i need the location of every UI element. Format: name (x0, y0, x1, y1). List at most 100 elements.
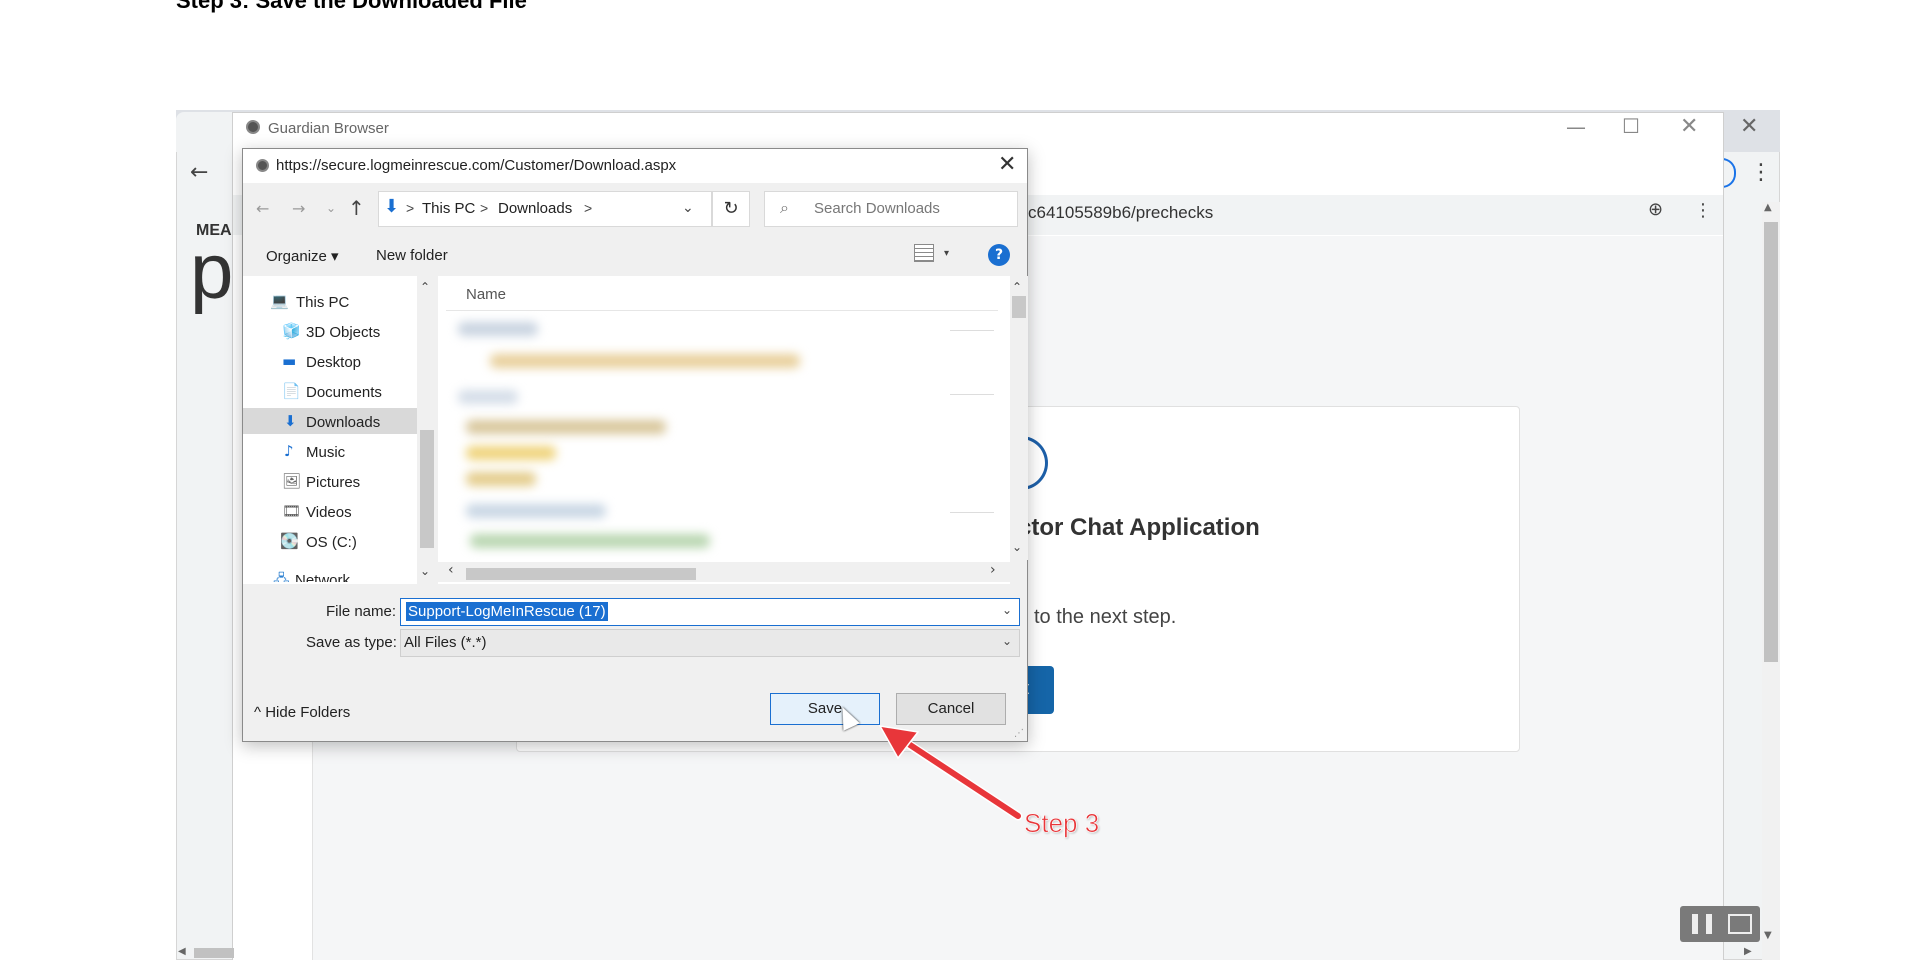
music-icon: ♪ (284, 442, 294, 460)
desktop-icon: ▬ (282, 352, 297, 370)
file-name-label: File name: (326, 603, 397, 620)
guardian-window-title: Guardian Browser (268, 120, 389, 137)
blurred-file-row[interactable] (466, 446, 556, 460)
nav-item-documents[interactable]: Documents (306, 384, 382, 401)
scroll-left-icon[interactable]: ◀ (178, 946, 186, 957)
chevron-right-icon[interactable]: › (990, 562, 996, 578)
card-instruction: l to the next step. (1024, 606, 1177, 628)
outer-tab[interactable] (176, 112, 240, 152)
search-input[interactable]: Search Downloads (814, 200, 940, 217)
column-header-name[interactable]: Name (466, 286, 506, 303)
save-type-value[interactable]: All Files (*.*) (404, 634, 487, 651)
outer-back-icon[interactable]: ← (190, 160, 208, 185)
nav-item-pictures[interactable]: Pictures (306, 474, 360, 491)
refresh-button[interactable]: ↻ (712, 191, 750, 227)
nav-item-network-clip: 🖧 Network (243, 564, 417, 582)
file-list-scroll-thumb[interactable] (1012, 296, 1026, 318)
nav-item-videos[interactable]: Videos (306, 504, 352, 521)
scroll-right-icon[interactable]: ▶ (1744, 946, 1752, 957)
row-divider (950, 394, 994, 395)
blurred-file-row[interactable] (458, 390, 518, 404)
chevron-down-icon[interactable]: ⌄ (1012, 540, 1022, 554)
maximize-icon[interactable]: ☐ (1622, 114, 1640, 138)
chevron-up-icon[interactable]: ⌃ (1012, 280, 1022, 294)
downloads-folder-icon: ⬇ (384, 196, 400, 217)
dialog-title: https://secure.logmeinrescue.com/Custome… (276, 157, 677, 174)
chevron-down-icon[interactable]: ⌄ (1002, 634, 1012, 648)
back-arrow-icon[interactable]: ← (256, 199, 269, 218)
nav-item-downloads[interactable]: Downloads (306, 414, 380, 431)
picture-in-picture-icon[interactable] (1728, 914, 1752, 934)
view-dropdown-icon[interactable]: ▾ (944, 248, 949, 259)
browser-menu-icon[interactable]: ⋮ (1694, 200, 1712, 221)
chevron-down-icon[interactable]: ⌄ (682, 200, 694, 216)
up-arrow-icon[interactable]: ↑ (348, 196, 365, 220)
annotation-arrow-shaft (895, 734, 1021, 819)
3d-objects-icon: 🧊 (282, 322, 301, 340)
network-icon: 🖧 (273, 571, 290, 582)
scroll-down-icon[interactable]: ▼ (1764, 930, 1772, 941)
blurred-file-row[interactable] (470, 534, 710, 548)
help-icon[interactable]: ? (988, 244, 1010, 266)
view-options-icon[interactable] (914, 244, 934, 262)
nav-item-network[interactable]: Network (295, 572, 350, 582)
documents-icon: 📄 (282, 382, 301, 400)
dialog-close-icon[interactable]: ✕ (998, 152, 1016, 177)
breadcrumb-separator[interactable]: > (480, 200, 488, 216)
blurred-file-row[interactable] (466, 472, 536, 486)
card-title: ctor Chat Application (1018, 514, 1260, 541)
nav-scroll-thumb[interactable] (420, 430, 434, 548)
save-button[interactable]: Save (770, 693, 880, 725)
annotation-arrow (878, 725, 1023, 821)
blurred-file-row[interactable] (490, 354, 800, 368)
chevron-up-icon[interactable]: ⌃ (420, 280, 430, 294)
page-scroll-thumb[interactable] (1764, 222, 1778, 662)
save-type-select[interactable] (400, 629, 1020, 657)
hide-folders-button[interactable]: ^ Hide Folders (254, 704, 350, 721)
file-name-value[interactable]: Support-LogMeInRescue (17) (406, 602, 608, 621)
search-icon: ⌕ (780, 198, 789, 217)
forward-arrow-icon[interactable]: → (292, 199, 305, 218)
breadcrumb-this-pc[interactable]: This PC (422, 200, 475, 217)
row-divider (950, 512, 994, 513)
step-label: Step 3 (1024, 808, 1100, 839)
breadcrumb-separator[interactable]: > (406, 200, 414, 216)
file-list-vertical-scrollbar[interactable] (1010, 276, 1028, 560)
organize-button[interactable]: Organize ▾ (266, 247, 339, 265)
recent-locations-icon[interactable]: ⌄ (326, 201, 336, 215)
nav-item-desktop[interactable]: Desktop (306, 354, 361, 371)
drive-icon: 💽 (280, 532, 299, 550)
chevron-down-icon[interactable]: ⌄ (1002, 603, 1012, 617)
outer-close-icon[interactable]: ✕ (1740, 114, 1758, 139)
guardian-titlebar (233, 113, 1723, 149)
window-close-icon[interactable]: ✕ (1680, 114, 1698, 139)
dialog-logo-icon (256, 159, 269, 172)
breadcrumb-downloads[interactable]: Downloads (498, 200, 572, 217)
blurred-file-row[interactable] (458, 322, 538, 336)
scroll-up-icon[interactable]: ▲ (1764, 202, 1772, 213)
new-folder-button[interactable]: New folder (376, 247, 448, 264)
outer-menu-icon[interactable]: ⋮ (1750, 160, 1772, 185)
column-divider (446, 310, 998, 311)
nav-item-this-pc[interactable]: This PC (296, 294, 349, 311)
guardian-logo-icon (246, 120, 260, 134)
cancel-button[interactable]: Cancel (896, 693, 1006, 725)
chevron-down-icon[interactable]: ⌄ (420, 564, 430, 578)
pictures-icon: 🖼 (282, 472, 302, 490)
nav-item-music[interactable]: Music (306, 444, 345, 461)
nav-item-3d-objects[interactable]: 3D Objects (306, 324, 380, 341)
page-hscroll-thumb[interactable] (194, 948, 234, 958)
row-divider (950, 330, 994, 331)
blurred-file-row[interactable] (466, 420, 666, 434)
nav-item-os-c[interactable]: OS (C:) (306, 534, 357, 551)
videos-icon: 🎞 (282, 502, 302, 520)
address-url[interactable]: c64105589b6/prechecks (1028, 203, 1213, 223)
file-list-hscroll-thumb[interactable] (466, 568, 696, 580)
minimize-icon[interactable]: — (1566, 115, 1586, 139)
chevron-left-icon[interactable]: ‹ (448, 562, 454, 578)
brand-logo: p (190, 227, 234, 315)
breadcrumb-separator[interactable]: > (584, 200, 592, 216)
zoom-icon[interactable]: ⊕ (1648, 199, 1663, 220)
pause-icon[interactable] (1692, 914, 1712, 934)
blurred-file-row[interactable] (466, 504, 606, 518)
